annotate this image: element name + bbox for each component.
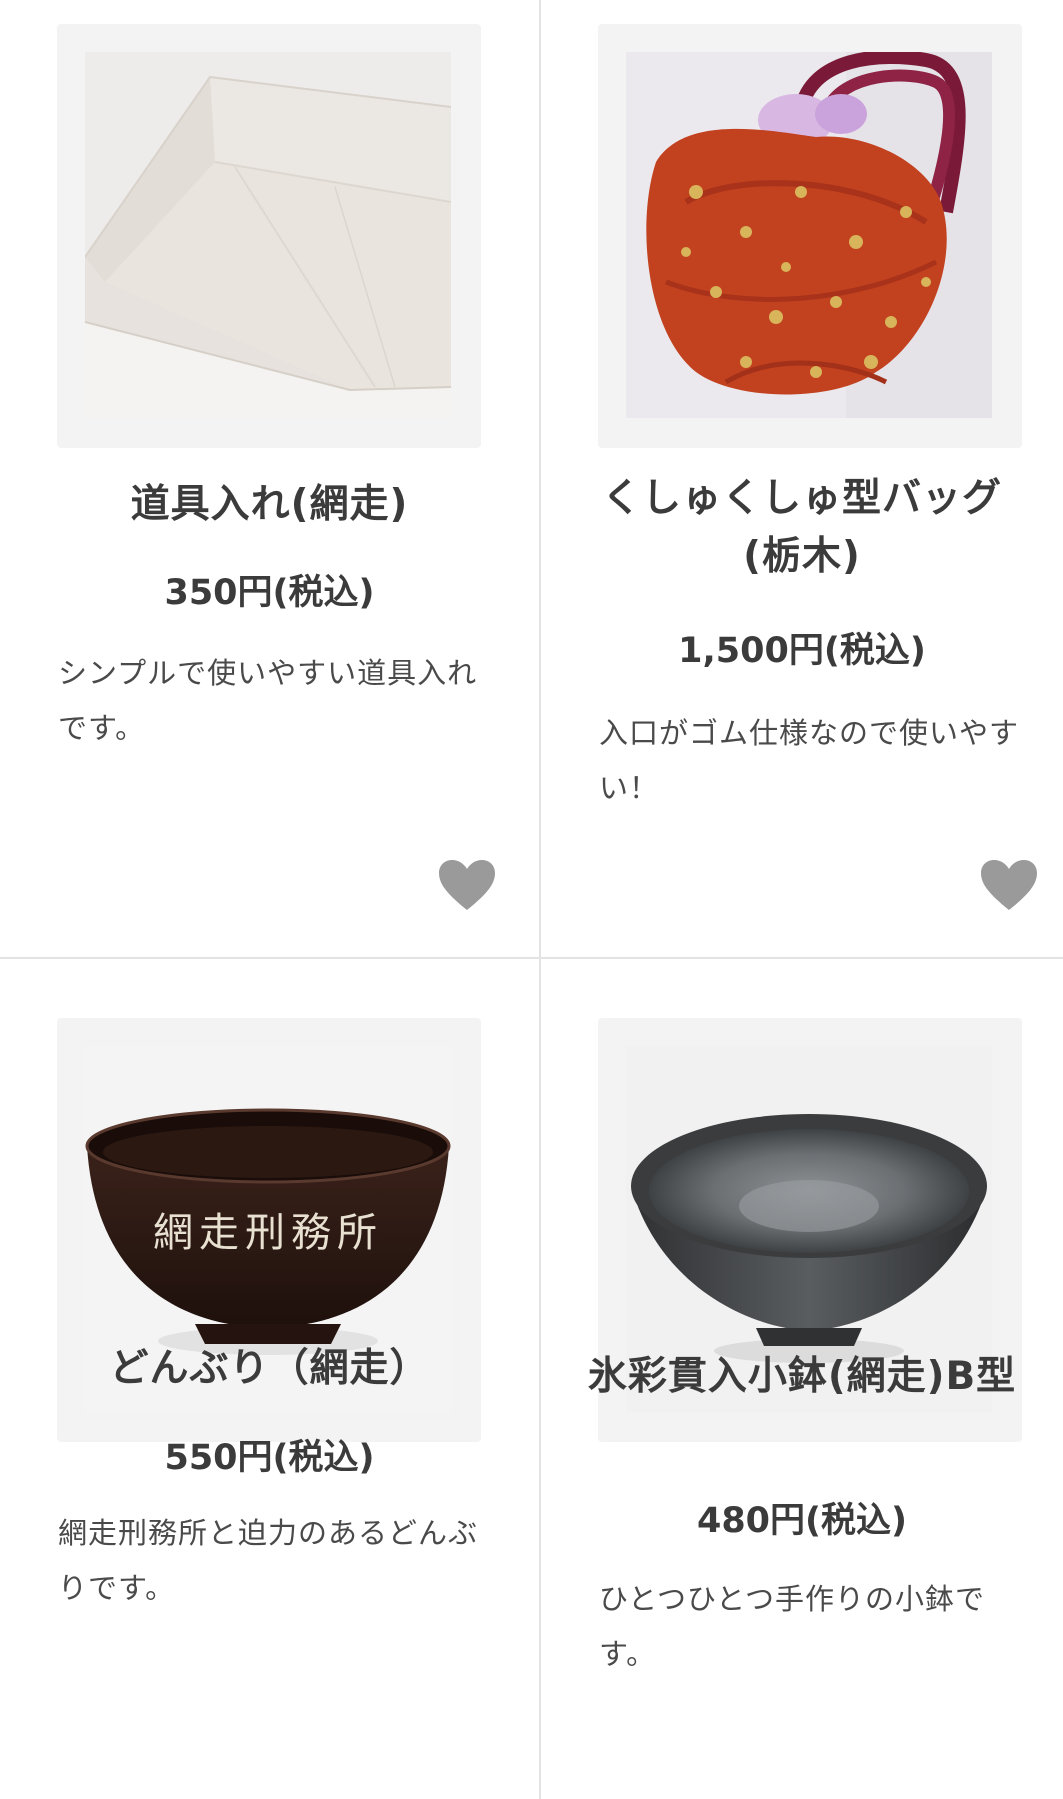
product-description: シンプルで使いやすい道具入れです。 [58, 656, 478, 745]
product-title[interactable]: どんぶり（網走） [24, 1340, 515, 1398]
product-card[interactable]: 氷彩貫入小鉢(網走)B型 480円(税込) ひとつひとつ手作りの小鉢です。 [541, 960, 1063, 1799]
product-description: 網走刑務所と迫力のあるどんぶりです。 [58, 1516, 479, 1605]
bowl-inscription: 網走刑務所 [153, 1210, 383, 1256]
product-price: 1,500円(税込) [678, 631, 926, 671]
product-price: 550円(税込) [164, 1438, 375, 1478]
product-grid: 道具入れ(網走) 350円(税込) シンプルで使いやすい道具入れです。 くしゅく… [0, 0, 1063, 1799]
heart-icon[interactable] [437, 858, 497, 912]
product-image-frame [598, 24, 1022, 448]
product-title[interactable]: 氷彩貫入小鉢(網走)B型 [581, 1348, 1023, 1406]
product-image-bag[interactable] [626, 52, 992, 418]
product-image-tool-case[interactable] [85, 52, 451, 418]
product-card[interactable]: くしゅくしゅ型バッグ(栃木) 1,500円(税込) 入口がゴム仕様なので使いやす… [541, 0, 1063, 958]
product-card[interactable]: 道具入れ(網走) 350円(税込) シンプルで使いやすい道具入れです。 [0, 0, 539, 958]
product-price: 350円(税込) [164, 573, 375, 613]
tool-case-image [85, 52, 451, 418]
product-image-frame [57, 24, 481, 448]
product-price: 480円(税込) [696, 1501, 908, 1541]
product-description: ひとつひとつ手作りの小鉢です。 [599, 1582, 985, 1671]
bag-image [626, 52, 992, 418]
product-description: 入口がゴム仕様なので使いやすい！ [599, 716, 1020, 805]
product-title[interactable]: 道具入れ(網走) [24, 476, 515, 534]
heart-icon[interactable] [979, 858, 1039, 912]
product-title[interactable]: くしゅくしゅ型バッグ(栃木) [581, 470, 1023, 586]
product-card[interactable]: 網走刑務所 どんぶり（網走） 550円(税込) 網走刑務所と迫力のあるどんぶりで… [0, 960, 539, 1799]
